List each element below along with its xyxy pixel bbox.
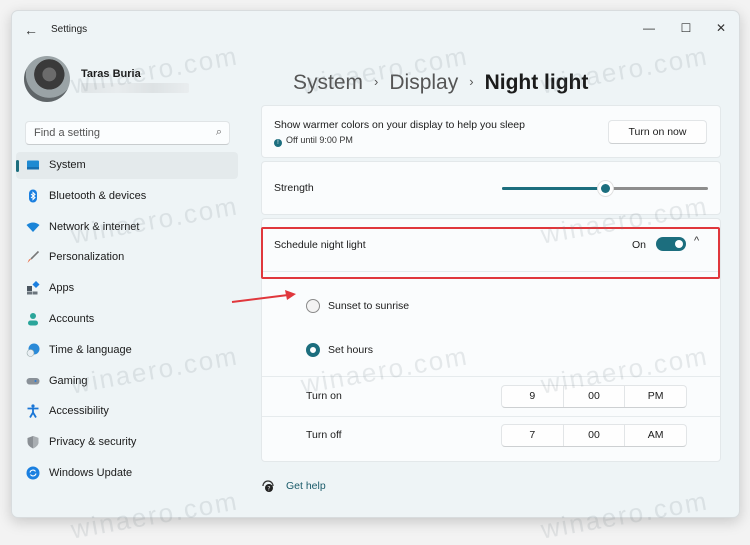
turn-on-hour[interactable]: 9 (502, 386, 563, 407)
page-title: Night light (484, 71, 589, 94)
sunset-to-sunrise-label[interactable]: Sunset to sunrise (328, 300, 409, 312)
turn-on-period[interactable]: PM (624, 386, 686, 407)
divider (262, 376, 720, 377)
divider (262, 416, 720, 417)
sunset-to-sunrise-radio[interactable] (306, 299, 320, 313)
blurred-email (81, 83, 189, 93)
schedule-card: Schedule night light On ^ Sunset to sunr… (261, 218, 721, 462)
breadcrumb: System › Display › Night light (293, 71, 588, 95)
accessibility-icon (26, 404, 40, 419)
schedule-header[interactable]: Schedule night light On ^ (262, 219, 720, 271)
svg-text:?: ? (267, 486, 270, 493)
annotation-arrow (231, 290, 296, 303)
sidebar-item-label: Network & internet (49, 220, 140, 233)
sidebar-item-label: Bluetooth & devices (49, 189, 147, 202)
time-language-icon (26, 343, 40, 357)
night-light-status: ! Off until 9:00 PM (274, 135, 353, 147)
set-hours-label[interactable]: Set hours (328, 344, 373, 356)
sidebar-item-label: Accounts (49, 312, 95, 325)
breadcrumb-display[interactable]: Display (389, 71, 458, 94)
chevron-up-icon[interactable]: ^ (694, 235, 699, 247)
strength-label: Strength (274, 182, 314, 194)
turn-on-now-button[interactable]: Turn on now (608, 120, 707, 144)
status-text: Off until 9:00 PM (286, 135, 353, 145)
gaming-icon (26, 374, 40, 388)
divider (262, 271, 720, 272)
active-indicator (16, 160, 19, 172)
search-icon: ⌕ (215, 126, 222, 138)
back-button[interactable]: ← (22, 21, 40, 39)
title-bar: ← Settings — ☐ ✕ (12, 11, 739, 49)
sidebar-item-accessibility[interactable]: Accessibility (16, 398, 238, 425)
settings-window: ← Settings — ☐ ✕ Taras Buria Find a sett… (11, 10, 740, 518)
windows-update-icon (26, 466, 40, 480)
shield-icon (26, 435, 40, 449)
sidebar-item-label: Personalization (49, 251, 125, 264)
sidebar-item-label: System (49, 159, 86, 171)
help-icon: ? (261, 479, 275, 493)
schedule-label: Schedule night light (274, 239, 366, 251)
maximize-button[interactable]: ☐ (671, 17, 701, 39)
sidebar-item-label: Gaming (49, 374, 88, 387)
apps-icon (26, 281, 40, 295)
set-hours-radio[interactable] (306, 343, 320, 357)
info-icon: ! (274, 139, 282, 147)
breadcrumb-separator: › (469, 74, 474, 89)
turn-off-period[interactable]: AM (624, 425, 686, 446)
sidebar-item-system[interactable]: System (16, 152, 238, 179)
slider-fill (502, 187, 605, 190)
night-light-card: Show warmer colors on your display to he… (261, 105, 721, 158)
sidebar-item-apps[interactable]: Apps (16, 275, 238, 302)
sidebar-item-label: Accessibility (49, 405, 109, 418)
system-icon (26, 158, 40, 172)
minimize-button[interactable]: — (634, 17, 664, 39)
night-light-description: Show warmer colors on your display to he… (274, 119, 525, 131)
schedule-state-label: On (632, 239, 647, 251)
turn-off-minute[interactable]: 00 (562, 425, 625, 446)
user-name: Taras Buria (81, 68, 141, 80)
back-arrow-icon: ← (24, 22, 38, 38)
turn-off-hour[interactable]: 7 (502, 425, 563, 446)
turn-off-label: Turn off (306, 429, 342, 441)
sidebar-item-windows-update[interactable]: Windows Update (16, 460, 238, 487)
breadcrumb-separator: › (374, 74, 379, 89)
sidebar-item-accounts[interactable]: Accounts (16, 306, 238, 333)
close-button[interactable]: ✕ (706, 17, 736, 39)
slider-thumb[interactable] (598, 181, 613, 196)
accounts-icon (26, 312, 40, 326)
schedule-toggle[interactable] (656, 237, 686, 251)
breadcrumb-system[interactable]: System (293, 71, 363, 94)
sidebar-item-network-internet[interactable]: Network & internet (16, 214, 238, 241)
bluetooth-icon (26, 189, 40, 203)
sidebar-item-bluetooth-devices[interactable]: Bluetooth & devices (16, 183, 238, 210)
avatar[interactable] (24, 56, 70, 102)
sidebar-item-personalization[interactable]: Personalization (16, 244, 238, 271)
turn-on-minute[interactable]: 00 (562, 386, 625, 407)
strength-card: Strength (261, 161, 721, 215)
sidebar-nav: System Bluetooth & devices Network & inter… (16, 152, 238, 491)
get-help-link[interactable]: Get help (286, 480, 326, 492)
sidebar-item-label: Windows Update (49, 466, 133, 479)
turn-on-label: Turn on (306, 390, 342, 402)
turn-off-time-picker[interactable]: 7 00 AM (501, 424, 687, 447)
sidebar-item-privacy-security[interactable]: Privacy & security (16, 429, 238, 456)
sidebar-item-label: Privacy & security (49, 436, 137, 449)
search-input[interactable]: Find a setting ⌕ (25, 121, 230, 145)
sidebar-item-gaming[interactable]: Gaming (16, 368, 238, 395)
search-placeholder: Find a setting (34, 127, 101, 139)
sidebar-item-time-language[interactable]: Time & language (16, 337, 238, 364)
wifi-icon (26, 220, 40, 234)
sidebar-item-label: Apps (49, 282, 75, 295)
app-title: Settings (51, 24, 88, 35)
strength-slider[interactable] (502, 181, 708, 196)
brush-icon (26, 250, 40, 264)
turn-on-time-picker[interactable]: 9 00 PM (501, 385, 687, 408)
sidebar-item-label: Time & language (49, 343, 132, 356)
